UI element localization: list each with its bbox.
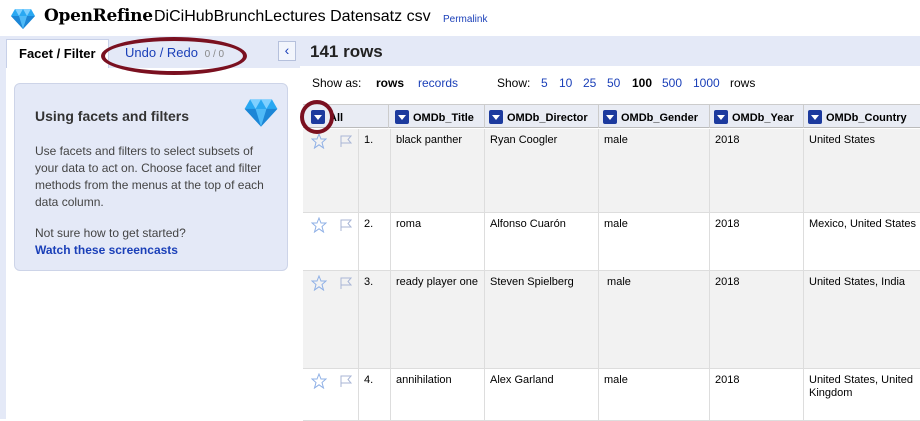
- cell-director[interactable]: Steven Spielberg: [485, 271, 599, 368]
- chevron-down-icon[interactable]: [489, 110, 503, 124]
- column-header-year[interactable]: OMDb_Year: [710, 105, 804, 128]
- app-header: OpenRefine DiCiHubBrunchLectures Datensa…: [0, 0, 920, 36]
- cell-title[interactable]: black panther: [391, 129, 485, 212]
- row-index: 2.: [358, 213, 391, 270]
- flag-icon[interactable]: [339, 134, 353, 148]
- permalink-link[interactable]: Permalink: [443, 14, 487, 25]
- app-name[interactable]: OpenRefine: [44, 6, 153, 26]
- records-mode-option[interactable]: records: [418, 76, 458, 90]
- column-year-label: OMDb_Year: [732, 112, 794, 124]
- chevron-left-icon[interactable]: ‹: [278, 41, 296, 61]
- cell-year[interactable]: 2018: [710, 213, 804, 270]
- cell-director[interactable]: Ryan Coogler: [485, 129, 599, 212]
- screencasts-link[interactable]: Watch these screencasts: [35, 243, 178, 257]
- chevron-down-icon[interactable]: [714, 110, 728, 124]
- star-icon[interactable]: [311, 373, 327, 389]
- flag-icon[interactable]: [339, 218, 353, 232]
- row-index: 1.: [358, 129, 391, 212]
- column-title-label: OMDb_Title: [413, 112, 474, 124]
- table-row: 1. black panther Ryan Coogler male 2018 …: [303, 129, 920, 213]
- column-gender-label: OMDb_Gender: [621, 112, 699, 124]
- column-country-label: OMDb_Country: [826, 112, 907, 124]
- cell-year[interactable]: 2018: [710, 129, 804, 212]
- facet-panel-body: Using facets and filters Use facets and …: [6, 68, 300, 419]
- cell-gender[interactable]: male: [599, 129, 710, 212]
- help-question: Not sure how to get started?: [35, 226, 186, 240]
- cell-country[interactable]: United States: [804, 129, 920, 212]
- page-size-10[interactable]: 10: [559, 76, 572, 90]
- flag-icon[interactable]: [339, 374, 353, 388]
- column-header-country[interactable]: OMDb_Country: [804, 105, 920, 128]
- row-index: 3.: [358, 271, 391, 368]
- tab-undo-redo[interactable]: Undo / Redo 0 / 0: [116, 39, 236, 68]
- column-header-gender[interactable]: OMDb_Gender: [599, 105, 710, 128]
- page-size-5[interactable]: 5: [541, 76, 548, 90]
- cell-gender[interactable]: male: [599, 213, 710, 270]
- cell-country[interactable]: United States, India: [804, 271, 920, 368]
- table-row: 3. ready player one Steven Spielberg mal…: [303, 271, 920, 369]
- show-as-label: Show as:: [312, 76, 362, 90]
- table-row: 4. annihilation Alex Garland male 2018 U…: [303, 369, 920, 421]
- cell-title[interactable]: roma: [391, 213, 485, 270]
- left-panel: Facet / Filter Undo / Redo 0 / 0 ‹ Using…: [0, 36, 300, 419]
- data-panel: 141 rows Show as: rows records Show: 5 1…: [300, 36, 920, 421]
- cell-country[interactable]: United States, United Kingdom: [804, 369, 920, 420]
- chevron-down-icon[interactable]: [311, 110, 325, 124]
- page-size-500[interactable]: 500: [662, 76, 682, 90]
- row-index: 4.: [358, 369, 391, 420]
- star-icon[interactable]: [311, 133, 327, 149]
- all-label: All: [329, 112, 344, 124]
- cell-country[interactable]: Mexico, United States: [804, 213, 920, 270]
- cell-director[interactable]: Alfonso Cuarón: [485, 213, 599, 270]
- page-size-50[interactable]: 50: [607, 76, 620, 90]
- column-header-title[interactable]: OMDb_Title: [391, 105, 485, 128]
- page-size-1000[interactable]: 1000: [693, 76, 720, 90]
- undo-count: 0 / 0: [204, 49, 225, 60]
- star-icon[interactable]: [311, 275, 327, 291]
- grid-header: All OMDb_Title OMDb_Director OMDb_Gender…: [303, 104, 920, 128]
- tab-undo-redo-label: Undo / Redo: [125, 45, 198, 60]
- chevron-down-icon[interactable]: [603, 110, 617, 124]
- summary-bar: 141 rows: [300, 36, 920, 66]
- cell-title[interactable]: annihilation: [391, 369, 485, 420]
- tab-facet-filter[interactable]: Facet / Filter: [6, 39, 109, 68]
- flag-icon[interactable]: [339, 276, 353, 290]
- project-name[interactable]: DiCiHubBrunchLectures Datensatz csv: [154, 8, 431, 26]
- column-director-label: OMDb_Director: [507, 112, 588, 124]
- cell-year[interactable]: 2018: [710, 369, 804, 420]
- diamond-logo-icon[interactable]: [10, 8, 36, 30]
- table-row: 2. roma Alfonso Cuarón male 2018 Mexico,…: [303, 213, 920, 271]
- cell-director[interactable]: Alex Garland: [485, 369, 599, 420]
- view-bar: Show as: rows records Show: 5 10 25 50 1…: [300, 66, 920, 98]
- help-text: Use facets and filters to select subsets…: [35, 144, 264, 209]
- star-icon[interactable]: [311, 217, 327, 233]
- column-header-director[interactable]: OMDb_Director: [485, 105, 599, 128]
- chevron-down-icon[interactable]: [395, 110, 409, 124]
- cell-gender[interactable]: male: [599, 369, 710, 420]
- chevron-down-icon[interactable]: [808, 110, 822, 124]
- help-title: Using facets and filters: [35, 108, 190, 124]
- column-header-all[interactable]: All: [303, 105, 389, 128]
- rows-mode-option[interactable]: rows: [376, 76, 404, 90]
- facet-help-box: Using facets and filters Use facets and …: [14, 83, 288, 271]
- data-grid: All OMDb_Title OMDb_Director OMDb_Gender…: [303, 100, 920, 421]
- left-panel-tabs: Facet / Filter Undo / Redo 0 / 0 ‹: [0, 36, 300, 68]
- diamond-icon: [244, 99, 278, 127]
- page-size-100[interactable]: 100: [632, 76, 652, 90]
- page-size-25[interactable]: 25: [583, 76, 596, 90]
- cell-gender[interactable]: male: [599, 271, 710, 368]
- row-count: 141 rows: [310, 42, 383, 61]
- rows-unit-label: rows: [730, 76, 756, 90]
- cell-year[interactable]: 2018: [710, 271, 804, 368]
- cell-title[interactable]: ready player one: [391, 271, 485, 368]
- show-label: Show:: [497, 76, 531, 90]
